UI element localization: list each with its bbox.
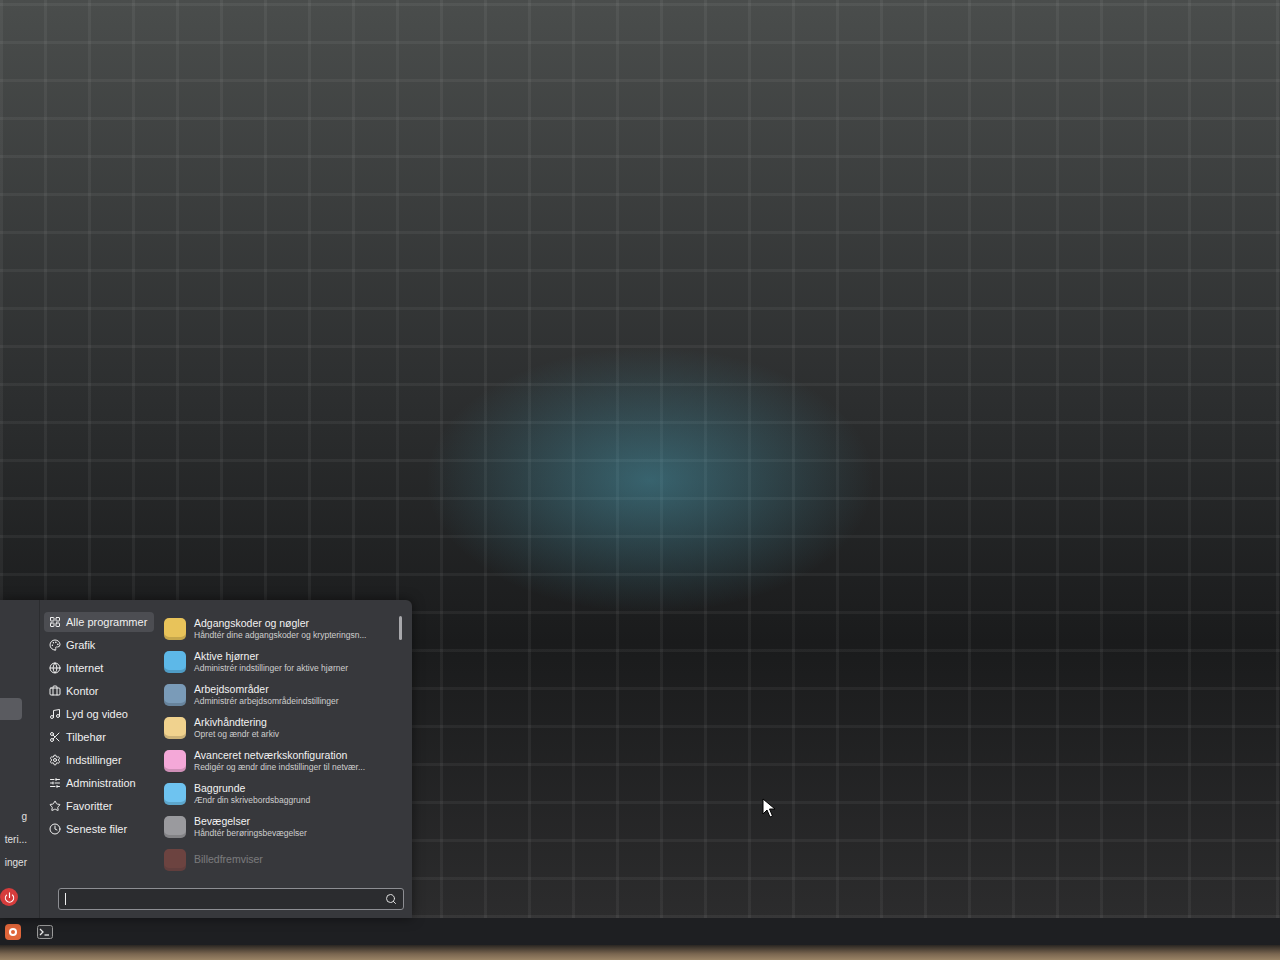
app-item[interactable]: ArbejdsområderAdministrér arbejdsområdei… [162,678,404,711]
menu-main: Alle programmer Grafik Internet Kontor Lyd o… [40,600,412,918]
category-label: Tilbehør [66,731,106,743]
category-list: Alle programmer Grafik Internet Kontor Lyd o… [44,612,154,882]
wallpaper: g teri... inger Alle programmer Grafik Intern… [0,0,1280,918]
app-description: Administrér arbejdsområdeindstillinger [194,696,339,707]
app-icon [164,717,186,739]
category-icon [49,685,61,697]
category-label: Alle programmer [66,616,147,628]
search-input[interactable] [65,893,381,905]
app-description: Redigér og ændr dine indstillinger til n… [194,762,365,773]
category-item[interactable]: Internet [44,658,154,678]
category-icon [49,823,61,835]
app-title: Aktive hjørner [194,650,348,663]
category-label: Seneste filer [66,823,127,835]
place-item[interactable]: inger [0,856,27,870]
places-list: g teri... inger [0,810,39,870]
power-button[interactable] [0,888,18,906]
app-icon [164,618,186,640]
app-icon [164,750,186,772]
app-title: Arkivhåndtering [194,716,279,729]
app-text: Billedfremviser [194,853,263,866]
app-item[interactable]: ArkivhåndteringOpret og ændr et arkiv [162,711,404,744]
app-icon [164,684,186,706]
category-label: Administration [66,777,136,789]
search-field[interactable] [58,888,404,910]
text-caret [65,893,66,905]
app-menu: g teri... inger Alle programmer Grafik Intern… [0,600,412,918]
taskbar [0,918,1280,945]
app-text: Adgangskoder og nøglerHåndtér dine adgan… [194,617,366,641]
search-icon [385,893,397,905]
terminal-button[interactable] [36,923,54,941]
power-icon [4,892,15,903]
favorite-item[interactable] [0,698,22,720]
app-title: Arbejdsområder [194,683,339,696]
app-icon [164,651,186,673]
category-icon [49,731,61,743]
category-icon [49,616,61,628]
category-item[interactable]: Tilbehør [44,727,154,747]
app-icon [164,849,186,871]
app-text: Aktive hjørnerAdministrér indstillinger … [194,650,348,674]
category-item[interactable]: Administration [44,773,154,793]
category-icon [49,639,61,651]
category-item[interactable]: Seneste filer [44,819,154,839]
category-item[interactable]: Kontor [44,681,154,701]
menu-icon [5,924,21,940]
category-label: Kontor [66,685,98,697]
category-label: Favoritter [66,800,112,812]
mouse-pointer-icon [762,798,776,818]
category-icon [49,754,61,766]
app-text: Avanceret netværkskonfigurationRedigér o… [194,749,365,773]
category-icon [49,777,61,789]
screen: g teri... inger Alle programmer Grafik Intern… [0,0,1280,960]
scrollbar-thumb[interactable] [399,616,402,640]
app-icon [164,816,186,838]
app-text: BaggrundeÆndr din skrivebordsbaggrund [194,782,310,806]
app-description: Ændr din skrivebordsbaggrund [194,795,310,806]
menu-button[interactable] [4,923,22,941]
app-text: ArbejdsområderAdministrér arbejdsområdei… [194,683,339,707]
app-title: Bevægelser [194,815,307,828]
category-label: Lyd og video [66,708,128,720]
category-item[interactable]: Alle programmer [44,612,154,632]
app-icon [164,783,186,805]
terminal-icon [37,924,53,940]
app-title: Avanceret netværkskonfiguration [194,749,365,762]
monitor-bezel [0,945,1280,960]
category-item[interactable]: Favoritter [44,796,154,816]
app-title: Baggrunde [194,782,310,795]
app-item[interactable]: BevægelserHåndtér berøringsbevægelser [162,810,404,843]
app-text: ArkivhåndteringOpret og ændr et arkiv [194,716,279,740]
category-label: Indstillinger [66,754,122,766]
place-item[interactable]: g [0,810,27,824]
app-title: Adgangskoder og nøgler [194,617,366,630]
category-icon [49,708,61,720]
menu-sidebar: g teri... inger [0,600,40,918]
category-icon [49,662,61,674]
app-item[interactable]: BaggrundeÆndr din skrivebordsbaggrund [162,777,404,810]
place-item[interactable]: teri... [0,833,27,847]
category-label: Internet [66,662,103,674]
category-icon [49,800,61,812]
menu-content: Alle programmer Grafik Internet Kontor Lyd o… [44,612,404,882]
app-description: Håndtér berøringsbevægelser [194,828,307,839]
category-item[interactable]: Grafik [44,635,154,655]
app-list: Adgangskoder og nøglerHåndtér dine adgan… [162,612,404,882]
app-item[interactable]: Adgangskoder og nøglerHåndtér dine adgan… [162,612,404,645]
app-title: Billedfremviser [194,853,263,866]
app-item[interactable]: Aktive hjørnerAdministrér indstillinger … [162,645,404,678]
app-description: Opret og ændr et arkiv [194,729,279,740]
category-item[interactable]: Indstillinger [44,750,154,770]
app-description: Håndtér dine adgangskoder og krypterings… [194,630,366,641]
category-item[interactable]: Lyd og video [44,704,154,724]
app-item[interactable]: Billedfremviser [162,843,404,876]
app-item[interactable]: Avanceret netværkskonfigurationRedigér o… [162,744,404,777]
app-description: Administrér indstillinger for aktive hjø… [194,663,348,674]
category-label: Grafik [66,639,95,651]
app-text: BevægelserHåndtér berøringsbevægelser [194,815,307,839]
